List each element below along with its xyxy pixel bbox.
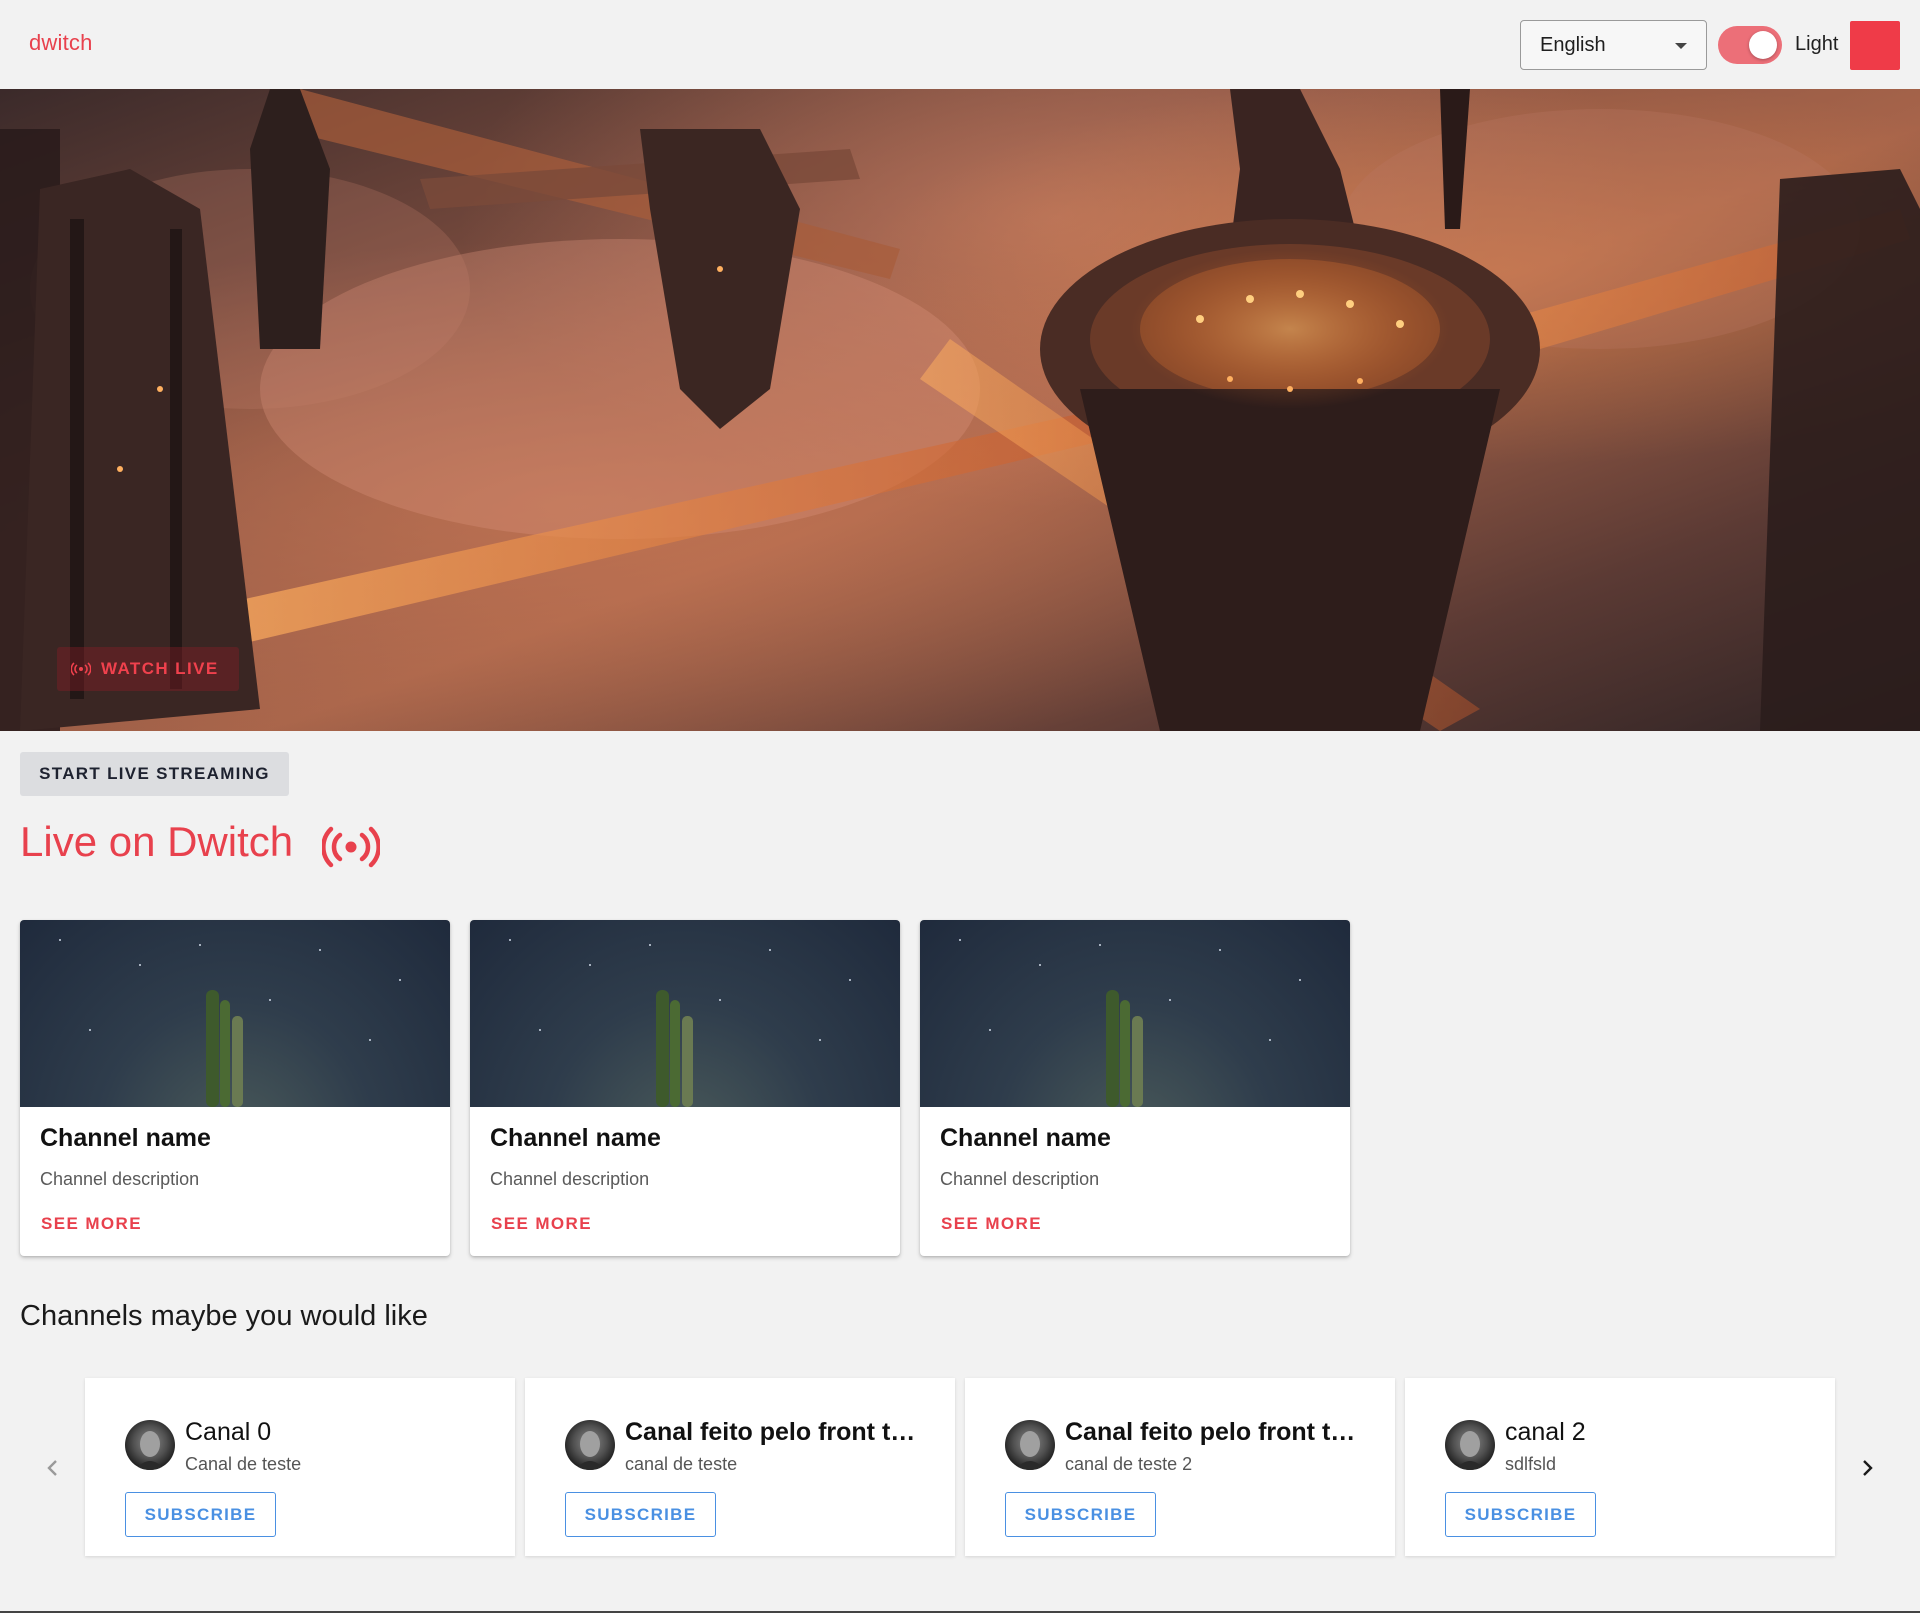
- start-live-streaming-button[interactable]: START LIVE STREAMING: [20, 752, 289, 796]
- live-channel-card[interactable]: Channel name Channel description SEE MOR…: [920, 920, 1350, 1256]
- channel-name: Canal feito pelo front teste: [1065, 1418, 1365, 1446]
- user-avatar[interactable]: [1850, 21, 1900, 70]
- language-select-value: English: [1540, 33, 1606, 56]
- brand-logo[interactable]: dwitch: [29, 30, 93, 56]
- channel-description: Canal de teste: [185, 1454, 302, 1474]
- live-section-title: Live on Dwitch: [20, 818, 294, 865]
- channel-name: Channel name: [940, 1124, 1111, 1152]
- channel-description: sdlfsld: [1505, 1454, 1557, 1474]
- app-header: dwitch English Light: [0, 0, 1920, 89]
- theme-toggle-knob: [1749, 31, 1777, 59]
- channel-name: Channel name: [490, 1124, 661, 1152]
- live-broadcast-icon: [71, 662, 91, 676]
- profile-photo: [1015, 1431, 1045, 1470]
- channel-name: Canal feito pelo front teste: [625, 1418, 925, 1446]
- caret-down-icon: [1675, 43, 1687, 49]
- channel-name: Channel name: [40, 1124, 211, 1152]
- cactus-night-sky-image: [59, 939, 401, 1107]
- watch-live-button[interactable]: WATCH LIVE: [57, 647, 239, 691]
- subscribe-button[interactable]: SUBSCRIBE: [1005, 1492, 1156, 1537]
- channel-description: Channel description: [490, 1169, 650, 1189]
- carousel-next-button[interactable]: [1856, 1452, 1880, 1484]
- see-more-button[interactable]: SEE MORE: [41, 1214, 142, 1234]
- recommended-section-title: Channels maybe you would like: [20, 1300, 428, 1332]
- carousel-prev-button[interactable]: [40, 1452, 64, 1484]
- profile-photo: [135, 1431, 165, 1470]
- channel-avatar: [1445, 1420, 1495, 1470]
- channel-description: canal de teste: [625, 1454, 738, 1474]
- live-channel-card[interactable]: Channel name Channel description SEE MOR…: [20, 920, 450, 1256]
- channel-thumbnail: [20, 920, 450, 1107]
- recommended-channel-card: Canal feito pelo front teste canal de te…: [965, 1378, 1395, 1556]
- recommended-channel-card: canal 2 sdlfsld SUBSCRIBE: [1405, 1378, 1835, 1556]
- theme-toggle-label: Light: [1795, 33, 1839, 55]
- live-broadcast-icon: [322, 826, 380, 868]
- profile-photo: [575, 1431, 605, 1470]
- channel-avatar: [125, 1420, 175, 1470]
- theme-toggle[interactable]: [1718, 26, 1782, 64]
- hero-banner: WATCH LIVE: [0, 89, 1920, 731]
- profile-photo: [1455, 1431, 1485, 1470]
- channel-avatar: [565, 1420, 615, 1470]
- recommended-channel-card: Canal 0 Canal de teste SUBSCRIBE: [85, 1378, 515, 1556]
- watch-live-label: WATCH LIVE: [101, 659, 219, 678]
- recommended-channel-card: Canal feito pelo front teste canal de te…: [525, 1378, 955, 1556]
- cactus-night-sky-image: [959, 939, 1301, 1107]
- channel-name: Canal 0: [185, 1418, 272, 1446]
- language-select[interactable]: English: [1520, 20, 1707, 70]
- channel-name: canal 2: [1505, 1418, 1586, 1446]
- subscribe-button[interactable]: SUBSCRIBE: [565, 1492, 716, 1537]
- chevron-left-icon: [47, 1460, 57, 1476]
- channel-description: Channel description: [940, 1169, 1100, 1189]
- hero-image: [0, 89, 1920, 731]
- see-more-button[interactable]: SEE MORE: [941, 1214, 1042, 1234]
- channel-thumbnail: [470, 920, 900, 1107]
- channel-thumbnail: [920, 920, 1350, 1107]
- cactus-night-sky-image: [509, 939, 851, 1107]
- subscribe-button[interactable]: SUBSCRIBE: [125, 1492, 276, 1537]
- live-channel-card[interactable]: Channel name Channel description SEE MOR…: [470, 920, 900, 1256]
- channel-description: canal de teste 2: [1065, 1454, 1193, 1474]
- see-more-button[interactable]: SEE MORE: [491, 1214, 592, 1234]
- channel-avatar: [1005, 1420, 1055, 1470]
- subscribe-button[interactable]: SUBSCRIBE: [1445, 1492, 1596, 1537]
- chevron-right-icon: [1863, 1460, 1873, 1476]
- channel-description: Channel description: [40, 1169, 200, 1189]
